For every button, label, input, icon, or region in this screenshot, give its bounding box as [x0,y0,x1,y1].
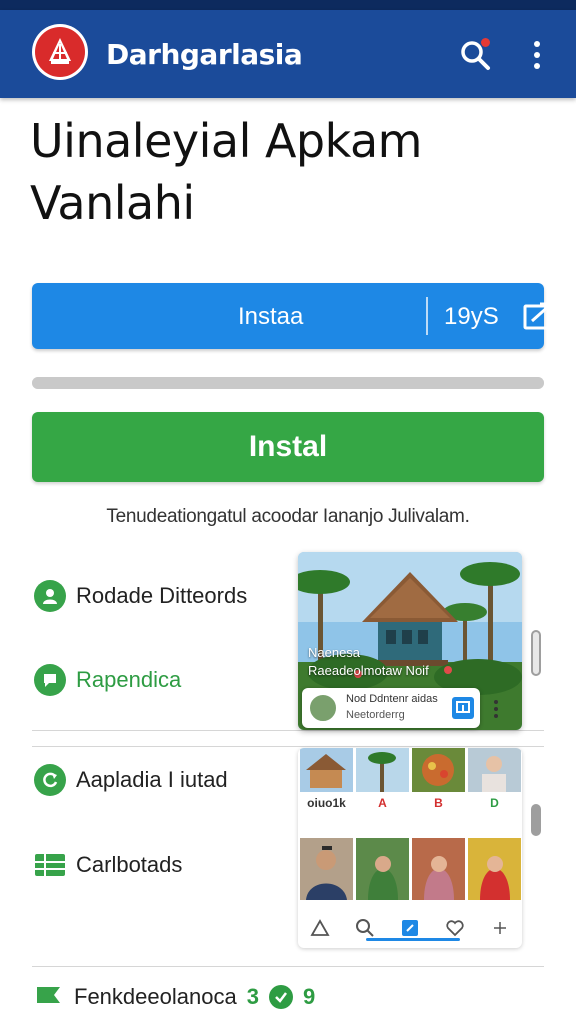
status-bar [0,0,576,10]
divider [32,746,544,747]
tagline: Tenudeationgatul acoodar Iananjo Julival… [106,506,470,527]
refresh-icon [34,764,66,796]
preview-caption-line2: Raeadeolmotaw Noif [308,663,429,678]
share-icon[interactable] [522,301,554,331]
heart-icon[interactable] [443,916,467,940]
download-progress-bar [32,377,544,389]
feature-label: Rodade Ditteords [76,583,248,608]
feature-row-carlbotads[interactable]: Carlbotads [34,852,182,878]
home-icon[interactable] [308,916,332,940]
install-bar-label: Instaa [238,303,304,330]
preview-card-subtitle: Neetorderrg [346,709,405,721]
page-title-line1: Uinaleyial Apkam [30,114,422,168]
app-bar: Darhgarlasia [0,10,576,98]
install-bar-size: 19yS [444,303,499,330]
flag-icon [34,984,64,1010]
portrait-woman-red[interactable] [468,838,521,900]
gallery-label: B [434,796,443,810]
feature-row-fenkdeeolanoca[interactable]: Fenkdeeolanoca 3 9 [34,984,315,1010]
preview-caption-line1: Naenesa [308,645,361,660]
user-icon [34,580,66,612]
palm-thumbnail[interactable] [356,748,409,792]
scrollbar-thumb[interactable] [531,630,541,676]
person-thumbnail[interactable] [468,748,521,792]
preview-info-card[interactable]: Nod Ddntenr aidas Neetorderrg [302,688,480,728]
portrait-woman-pink[interactable] [412,838,465,900]
divider [32,966,544,967]
check-icon [268,985,293,1009]
scrollbar-thumb[interactable] [531,804,541,836]
install-bar-divider [426,297,428,335]
install-button-label: Instal [248,430,328,463]
feature-label: Rapendica [76,667,182,692]
apps-icon[interactable] [398,916,422,940]
download-progress-fill [32,377,544,389]
gallery-label: A [378,796,387,810]
portrait-woman-green[interactable] [356,838,409,900]
plus-icon[interactable] [488,916,512,940]
more-vert-icon[interactable] [494,700,498,718]
feature-row-aapladia[interactable]: Aapladia I iutad [34,764,228,796]
bottom-navigation [298,908,522,948]
nav-active-indicator [366,938,460,941]
food-thumbnail[interactable] [412,748,465,792]
notification-dot [481,38,490,47]
preview-card-title: Nod Ddntenr aidas [346,693,438,705]
temple-thumbnail[interactable] [300,748,353,792]
portrait-man[interactable] [300,838,353,900]
feature-suffix-left: 3 [246,984,259,1009]
page-title: Uinaleyial Apkam Vanlahi [30,110,550,234]
search-icon[interactable] [353,916,377,940]
feature-suffix-right: 9 [302,984,316,1009]
avatar [308,693,338,723]
divider [32,730,544,731]
install-bar-button[interactable]: Instaa 19yS [32,283,553,349]
feature-label: Carlbotads [76,852,183,877]
download-icon[interactable] [452,697,474,719]
search-button[interactable] [456,36,494,74]
feature-label: Aapladia I iutad [76,767,228,792]
pagoda-logo-icon [32,24,88,80]
overflow-menu-icon[interactable] [522,36,552,74]
feature-label: Fenkdeeolanoca [74,984,237,1009]
gallery-label: oiuo1k [307,796,346,810]
feature-row-rodade[interactable]: Rodade Ditteords [34,580,247,612]
page-title-line2: Vanlahi [30,176,195,230]
gallery-label: D [490,796,499,810]
preview-caption: Naenesa Raeadeolmotaw Noif [308,644,429,680]
grid-icon [34,853,66,877]
install-button[interactable]: Instal [32,412,544,482]
app-title: Darhgarlasia [106,38,303,71]
chat-bubble-icon [34,664,66,696]
gallery-card[interactable]: oiuo1k A B D [298,748,522,948]
feature-row-rapendica[interactable]: Rapendica [34,664,181,696]
